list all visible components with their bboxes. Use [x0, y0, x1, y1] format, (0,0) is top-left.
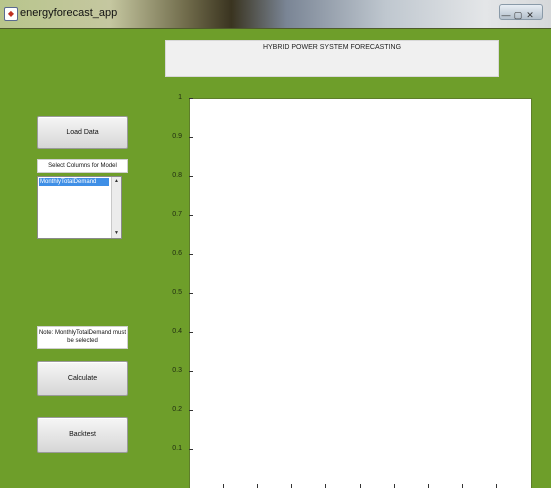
y-tick-mark [189, 215, 193, 216]
y-tick-mark [189, 449, 193, 450]
note-box: Note: MonthlyTotalDemand must be selecte… [37, 326, 128, 349]
y-tick-mark [189, 293, 193, 294]
scroll-down-arrow-icon[interactable]: ▼ [112, 229, 121, 238]
y-tick-mark [189, 410, 193, 411]
y-tick-mark [189, 332, 193, 333]
y-tick-mark [189, 137, 193, 138]
y-tick-label: 0.8 [172, 172, 182, 179]
y-tick-label: 0.2 [172, 406, 182, 413]
select-columns-label: Select Columns for Model [37, 159, 128, 173]
minimize-icon[interactable]: — [500, 9, 512, 21]
select-columns-text: Select Columns for Model [48, 163, 117, 169]
plot-axes[interactable] [189, 98, 532, 488]
y-tick-label: 0.5 [172, 289, 182, 296]
y-tick-label: 1 [178, 94, 182, 101]
calculate-button[interactable]: Calculate [37, 361, 128, 396]
x-tick-mark [257, 484, 259, 488]
x-tick-mark [393, 484, 395, 488]
load-data-label: Load Data [66, 129, 99, 136]
scroll-up-arrow-icon[interactable]: ▲ [112, 177, 121, 186]
x-tick-mark [495, 484, 497, 488]
window-controls: — ▢ ✕ [499, 4, 543, 20]
header-panel: HYBRID POWER SYSTEM FORECASTING [165, 40, 499, 77]
listbox-scrollbar[interactable]: ▲ ▼ [111, 177, 121, 238]
load-data-button[interactable]: Load Data [37, 116, 128, 149]
x-tick-mark [359, 484, 361, 488]
y-tick-label: 0.6 [172, 250, 182, 257]
y-tick-label: 0.4 [172, 328, 182, 335]
y-tick-label: 0.1 [172, 445, 182, 452]
x-tick-mark [461, 484, 463, 488]
columns-listbox[interactable]: MonthlyTotalDemand ▲ ▼ [37, 176, 122, 239]
calculate-label: Calculate [67, 375, 98, 382]
maximize-icon[interactable]: ▢ [512, 9, 524, 21]
backtest-button[interactable]: Backtest [37, 417, 128, 453]
close-icon[interactable]: ✕ [524, 9, 536, 21]
app-window: ◆ energyforecast_app — ▢ ✕ HYBRID POWER SY… [0, 0, 551, 488]
matlab-app-icon: ◆ [4, 7, 18, 21]
y-tick-label: 0.3 [172, 367, 182, 374]
list-item[interactable]: MonthlyTotalDemand [39, 178, 109, 186]
title-bar[interactable]: ◆ energyforecast_app — ▢ ✕ [0, 0, 551, 29]
backtest-label: Backtest [69, 431, 96, 438]
page-title: HYBRID POWER SYSTEM FORECASTING [262, 44, 402, 51]
x-tick-mark [223, 484, 225, 488]
y-tick-mark [189, 98, 193, 99]
y-tick-label: 0.7 [172, 211, 182, 218]
y-tick-mark [189, 371, 193, 372]
window-title: energyforecast_app [20, 7, 118, 19]
y-tick-mark [189, 176, 193, 177]
x-tick-mark [325, 484, 327, 488]
y-tick-label: 0.9 [172, 133, 182, 140]
x-tick-mark [291, 484, 293, 488]
note-line-1: Note: MonthlyTotalDemand [38, 330, 112, 336]
x-tick-mark [427, 484, 429, 488]
y-tick-mark [189, 254, 193, 255]
